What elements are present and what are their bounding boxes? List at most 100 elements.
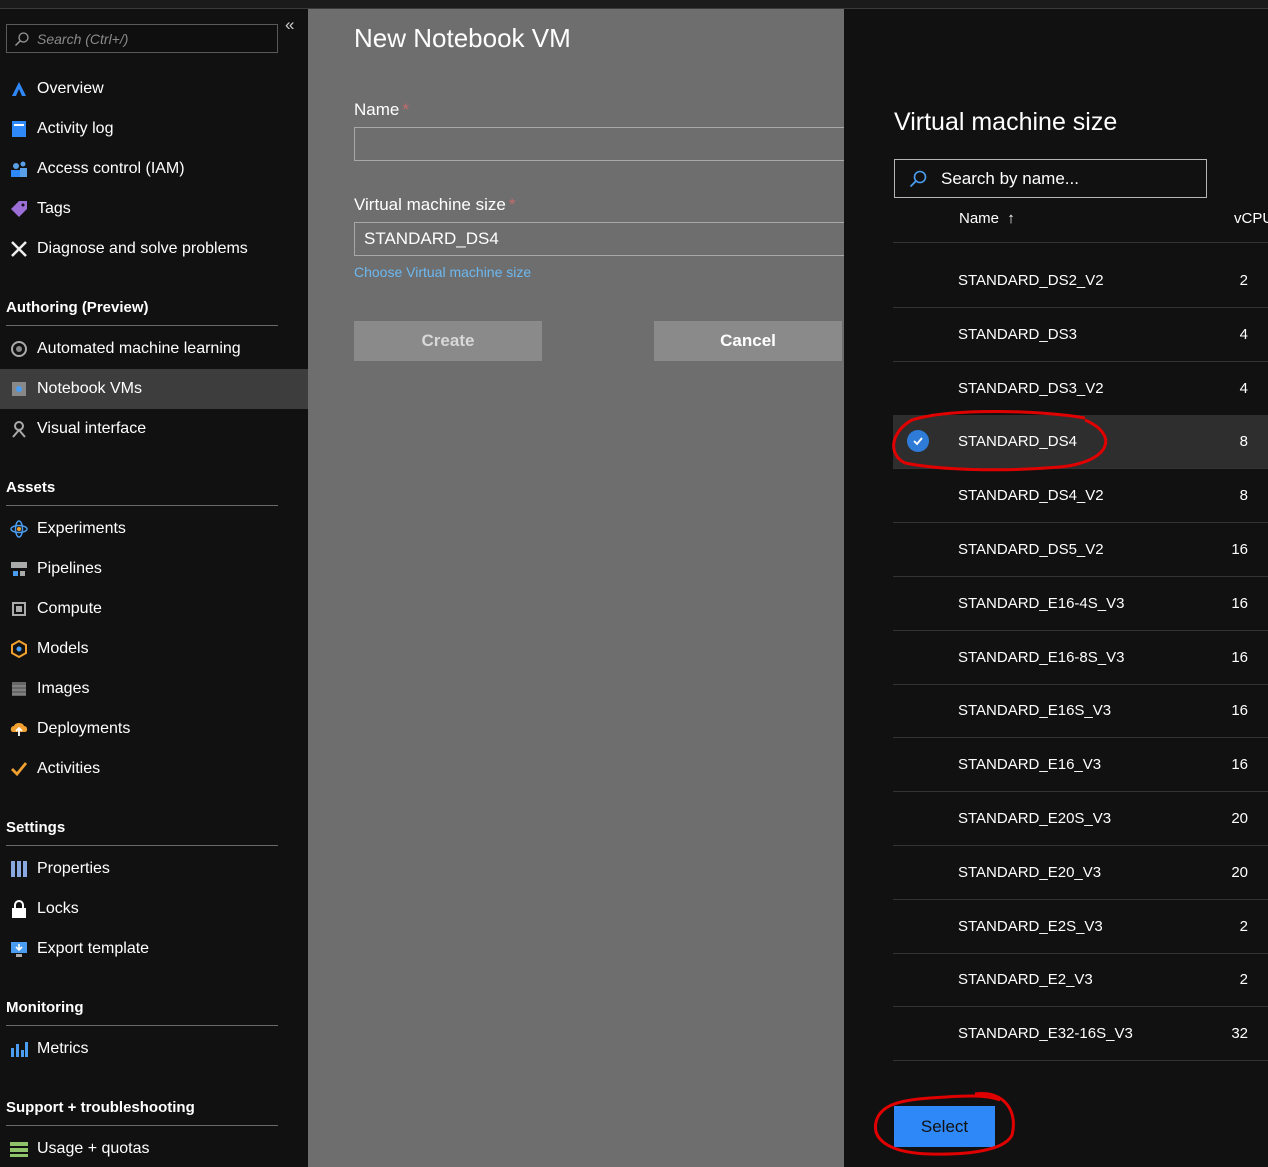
sidebar-item-automated-machine-learning[interactable]: Automated machine learning xyxy=(0,329,308,369)
sidebar: Search (Ctrl+/) « Overview Activity log Ac… xyxy=(0,9,308,1167)
sidebar-item-pipelines[interactable]: Pipelines xyxy=(0,549,308,589)
sidebar-item-label: Locks xyxy=(37,900,79,917)
name-label: Name * xyxy=(354,100,409,119)
vm-size-name: STANDARD_E32-16S_V3 xyxy=(958,1025,1133,1043)
sidebar-item-tags[interactable]: Tags xyxy=(0,189,308,229)
search-icon xyxy=(895,169,941,189)
select-button[interactable]: Select xyxy=(894,1106,995,1147)
sidebar-item-label: Tags xyxy=(37,200,71,217)
sidebar-item-label: Usage + quotas xyxy=(37,1140,150,1157)
vm-search-input[interactable]: Search by name... xyxy=(894,159,1207,198)
choose-vm-size-link[interactable]: Choose Virtual machine size xyxy=(354,264,531,280)
overview-icon xyxy=(0,79,37,99)
sidebar-item-properties[interactable]: Properties xyxy=(0,849,308,889)
sidebar-item-label: Compute xyxy=(37,600,102,617)
notebook-vm-icon xyxy=(0,379,37,399)
vm-size-row[interactable]: STANDARD_E32-16S_V3 32 xyxy=(893,1007,1268,1062)
vm-size-name: STANDARD_E16_V3 xyxy=(958,756,1102,774)
vm-size-name: STANDARD_E16S_V3 xyxy=(958,702,1112,720)
vm-size-field[interactable]: STANDARD_DS4 xyxy=(354,222,854,256)
sidebar-item-label: Deployments xyxy=(37,720,131,737)
vm-size-row[interactable]: STANDARD_DS5_V2 16 xyxy=(893,523,1268,577)
selected-check-icon xyxy=(907,430,929,453)
vm-size-name: STANDARD_DS2_V2 xyxy=(958,272,1104,289)
vm-size-row[interactable]: STANDARD_E20_V3 20 xyxy=(893,846,1268,900)
sidebar-item-models[interactable]: Models xyxy=(0,629,308,669)
sidebar-item-diagnose-and-solve-problems[interactable]: Diagnose and solve problems xyxy=(0,229,308,269)
vm-size-name: STANDARD_E16-8S_V3 xyxy=(958,648,1125,666)
vm-size-row[interactable]: STANDARD_DS4_V2 8 xyxy=(893,469,1268,524)
vm-size-vcpu: 16 xyxy=(1231,594,1248,612)
sidebar-item-visual-interface[interactable]: Visual interface xyxy=(0,409,308,449)
section-heading: Monitoring xyxy=(6,999,84,1016)
vm-size-vcpu: 4 xyxy=(1239,325,1248,343)
page-title: New Notebook VM xyxy=(354,23,571,53)
iam-icon xyxy=(0,159,37,179)
sidebar-item-metrics[interactable]: Metrics xyxy=(0,1029,308,1069)
sidebar-item-deployments[interactable]: Deployments xyxy=(0,709,308,749)
vm-size-row[interactable]: STANDARD_E16-4S_V3 16 xyxy=(893,577,1268,631)
vm-size-row[interactable]: STANDARD_E16S_V3 16 xyxy=(893,684,1268,739)
section-divider xyxy=(6,1125,278,1126)
vm-size-row[interactable]: STANDARD_E20S_V3 20 xyxy=(893,792,1268,846)
vm-size-row[interactable]: STANDARD_E2_V3 2 xyxy=(893,953,1268,1008)
activity-log-icon xyxy=(0,120,37,138)
panel-title: Virtual machine size xyxy=(894,108,1118,136)
sidebar-item-compute[interactable]: Compute xyxy=(0,589,308,629)
sidebar-item-label: Activities xyxy=(37,760,101,777)
sidebar-item-label: Activity log xyxy=(37,120,114,137)
sidebar-item-label: Notebook VMs xyxy=(37,380,142,397)
vm-size-vcpu: 20 xyxy=(1231,810,1248,827)
column-header-vcpu[interactable]: vCPU xyxy=(1234,210,1268,227)
create-button[interactable]: Create xyxy=(354,321,542,361)
search-input[interactable]: Search (Ctrl+/) xyxy=(6,24,278,53)
vm-size-name: STANDARD_DS5_V2 xyxy=(958,541,1104,558)
vm-size-row[interactable]: STANDARD_DS2_V2 2 xyxy=(893,254,1268,308)
sidebar-item-label: Visual interface xyxy=(37,420,147,437)
vm-size-row[interactable]: STANDARD_DS4 8 xyxy=(893,415,1268,470)
compute-icon xyxy=(0,599,37,619)
section-heading: Support + troubleshooting xyxy=(6,1099,195,1116)
section-divider xyxy=(6,325,278,326)
experiments-icon xyxy=(0,519,37,539)
vm-size-vcpu: 8 xyxy=(1239,433,1248,451)
sidebar-item-label: Images xyxy=(37,680,90,697)
sidebar-item-export-template[interactable]: Export template xyxy=(0,929,308,969)
section-heading: Authoring (Preview) xyxy=(6,299,149,316)
vm-size-name: STANDARD_E20_V3 xyxy=(958,863,1102,881)
vm-size-row[interactable]: STANDARD_DS3_V2 4 xyxy=(893,362,1268,416)
vm-size-name: STANDARD_DS4 xyxy=(958,433,1077,451)
deployments-icon xyxy=(0,719,37,739)
sidebar-item-overview[interactable]: Overview xyxy=(0,69,308,109)
usage-icon xyxy=(0,1139,37,1159)
name-field[interactable] xyxy=(354,127,854,161)
sidebar-item-notebook-vms[interactable]: Notebook VMs xyxy=(0,369,308,409)
vm-size-name: STANDARD_E2S_V3 xyxy=(958,917,1103,935)
collapse-sidebar-icon[interactable]: « xyxy=(285,15,294,35)
vm-size-vcpu: 16 xyxy=(1231,702,1248,720)
sidebar-item-label: Metrics xyxy=(37,1040,89,1057)
vm-size-row[interactable]: STANDARD_E2S_V3 2 xyxy=(893,900,1268,954)
sidebar-item-access-control-iam[interactable]: Access control (IAM) xyxy=(0,149,308,189)
sidebar-item-activities[interactable]: Activities xyxy=(0,749,308,789)
lock-icon xyxy=(0,899,37,919)
vm-size-name: STANDARD_E20S_V3 xyxy=(958,810,1112,827)
vm-size-name: STANDARD_E16-4S_V3 xyxy=(958,594,1125,612)
vm-search-placeholder: Search by name... xyxy=(941,168,1079,188)
sidebar-item-usage-quotas[interactable]: Usage + quotas xyxy=(0,1129,308,1167)
column-header-name[interactable]: Name ↑ xyxy=(959,210,1015,227)
sidebar-item-locks[interactable]: Locks xyxy=(0,889,308,929)
vm-size-name: STANDARD_DS3 xyxy=(958,325,1077,343)
sidebar-item-activity-log[interactable]: Activity log xyxy=(0,109,308,149)
sidebar-item-images[interactable]: Images xyxy=(0,669,308,709)
search-placeholder: Search (Ctrl+/) xyxy=(37,30,129,47)
sidebar-item-experiments[interactable]: Experiments xyxy=(0,509,308,549)
vm-size-row[interactable]: STANDARD_E16_V3 16 xyxy=(893,738,1268,793)
vm-size-row[interactable]: STANDARD_DS3 4 xyxy=(893,308,1268,362)
cancel-button[interactable]: Cancel xyxy=(654,321,842,361)
vm-size-vcpu: 2 xyxy=(1239,971,1248,989)
properties-icon xyxy=(0,859,37,879)
vm-size-vcpu: 16 xyxy=(1231,756,1248,774)
section-heading: Assets xyxy=(6,479,56,496)
vm-size-row[interactable]: STANDARD_E16-8S_V3 16 xyxy=(893,631,1268,685)
